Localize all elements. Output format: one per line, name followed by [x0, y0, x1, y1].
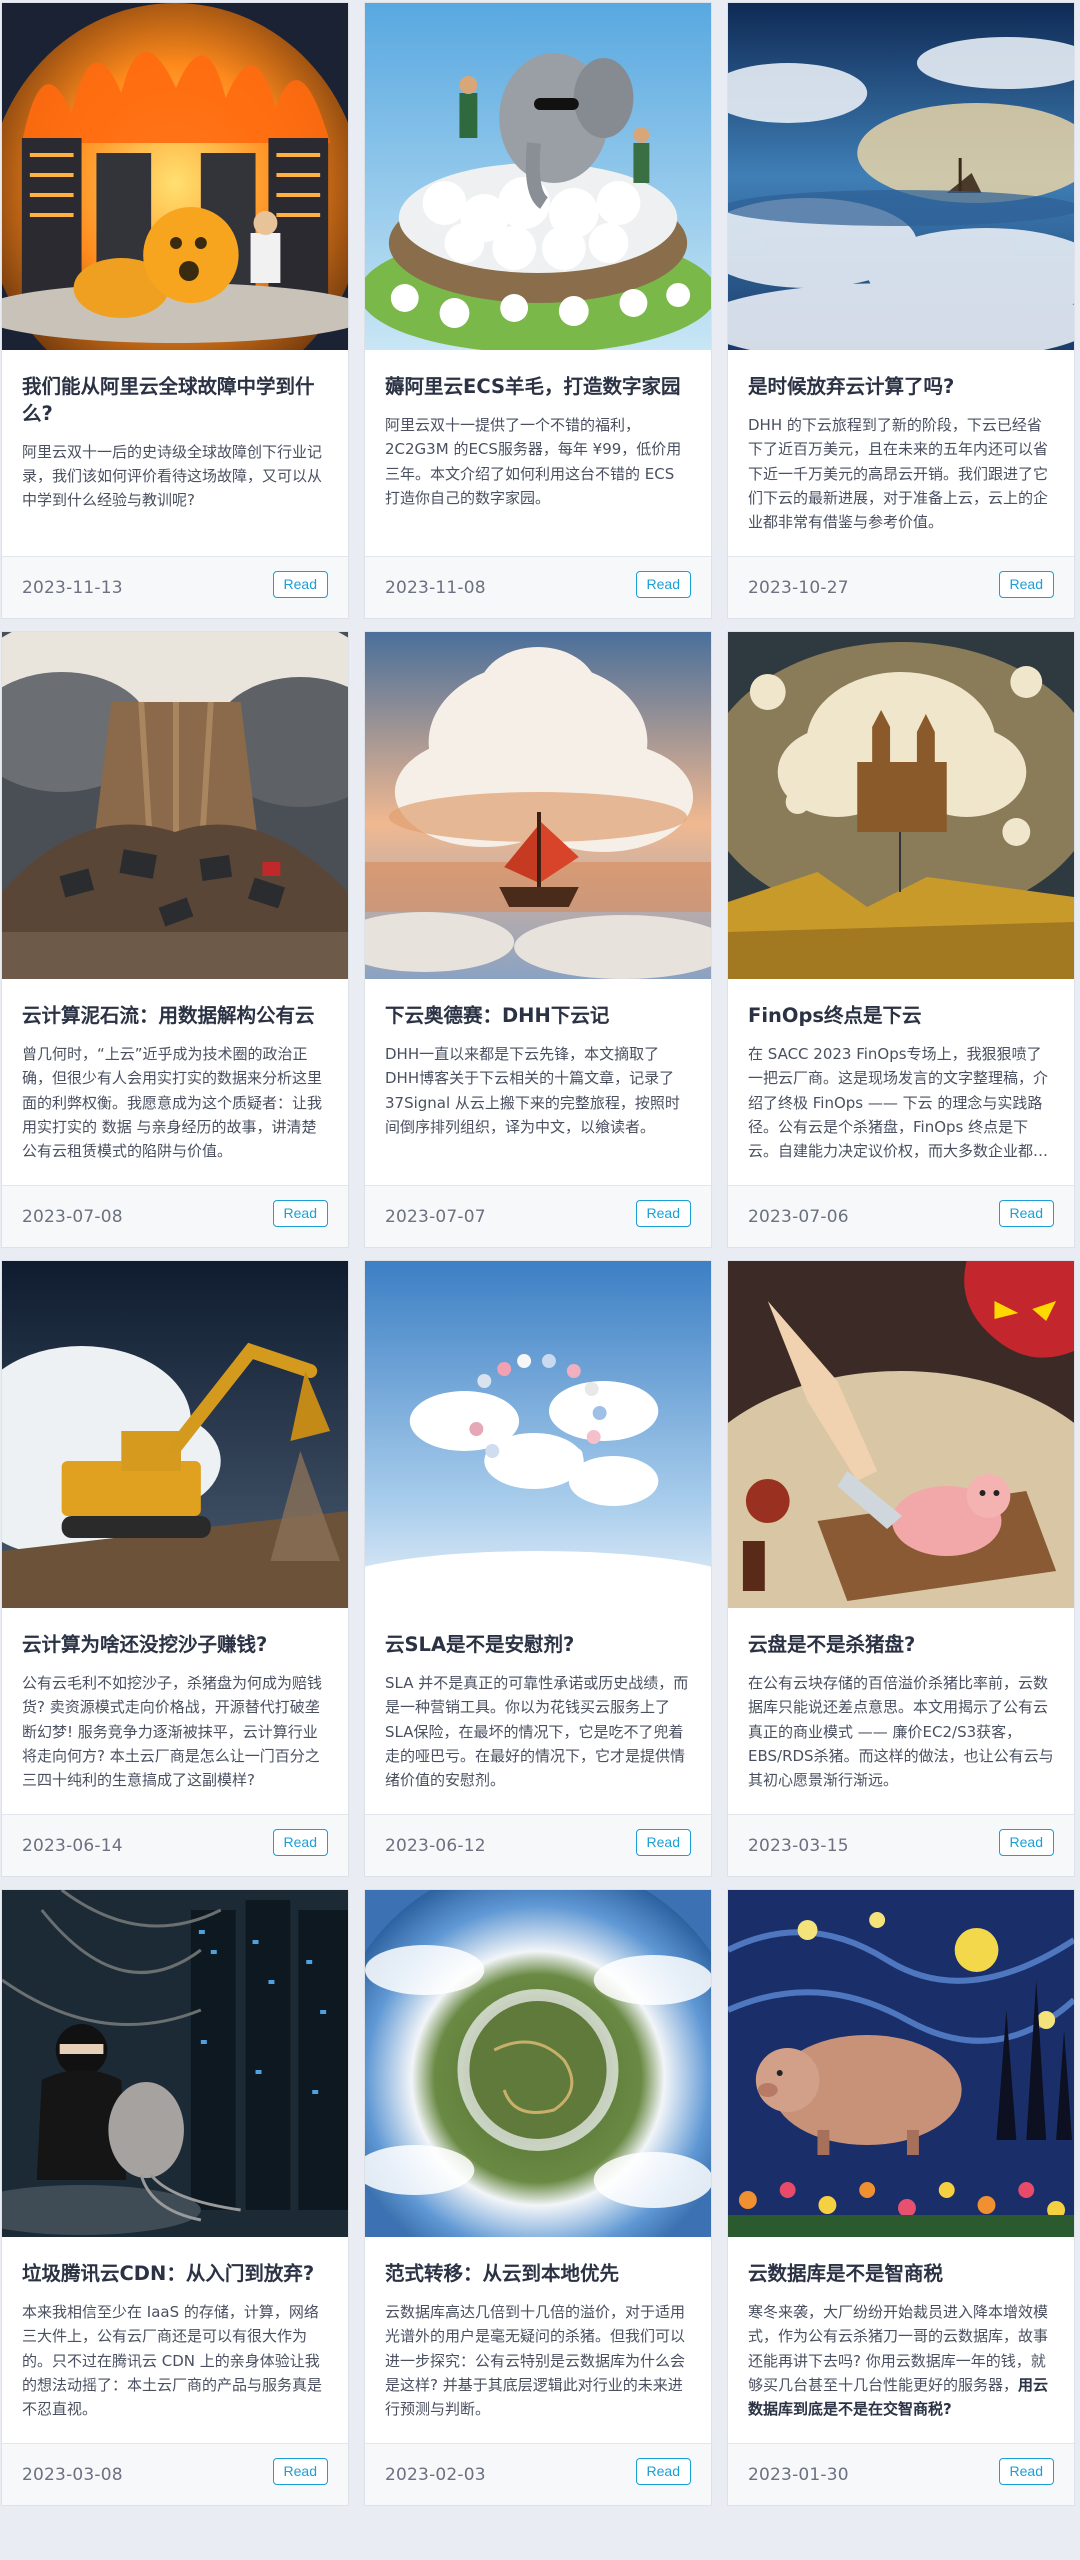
- read-button[interactable]: Read: [635, 2457, 691, 2486]
- card-footer: 2023-07-07 Read: [365, 1185, 711, 1247]
- article-summary: 阿里云双十一提供了一个不错的福利，2C2G3M 的ECS服务器，每年 ¥99，低…: [385, 415, 682, 507]
- article-card[interactable]: FinOps终点是下云 在 SACC 2023 FinOps专场上，我狠狠喷了一…: [727, 631, 1075, 1248]
- article-thumbnail[interactable]: [2, 632, 348, 979]
- article-card[interactable]: 云盘是不是杀猪盘? 在公有云块存储的百倍溢价杀猪比率前，云数据库只能说还差点意思…: [727, 1260, 1075, 1877]
- article-thumbnail[interactable]: [365, 3, 711, 350]
- article-card[interactable]: 云计算为啥还没挖沙子赚钱? 公有云毛利不如挖沙子，杀猪盘为何成为赔钱货? 卖资源…: [1, 1260, 349, 1877]
- article-thumbnail[interactable]: [365, 632, 711, 979]
- article-date: 2023-10-27: [748, 577, 849, 598]
- read-button[interactable]: Read: [272, 570, 328, 599]
- read-button[interactable]: Read: [998, 2457, 1054, 2486]
- article-card[interactable]: 范式转移：从云到本地优先 云数据库高达几倍到十几倍的溢价，对于适用光谱外的用户是…: [364, 1889, 712, 2506]
- article-thumbnail[interactable]: [365, 1261, 711, 1608]
- article-summary: 寒冬来袭，大厂纷纷开始裁员进入降本增效模式，作为公有云杀猪刀一哥的云数据库，故事…: [748, 2300, 1054, 2421]
- article-date: 2023-07-07: [385, 1206, 486, 1227]
- card-footer: 2023-06-12 Read: [365, 1814, 711, 1876]
- article-card[interactable]: 薅阿里云ECS羊毛，打造数字家园 阿里云双十一提供了一个不错的福利，2C2G3M…: [364, 2, 712, 619]
- article-date: 2023-07-06: [748, 1206, 849, 1227]
- article-card[interactable]: 云数据库是不是智商税 寒冬来袭，大厂纷纷开始裁员进入降本增效模式，作为公有云杀猪…: [727, 1889, 1075, 2506]
- article-title[interactable]: 云数据库是不是智商税: [748, 2261, 1054, 2288]
- article-title[interactable]: 云计算为啥还没挖沙子赚钱?: [22, 1632, 328, 1659]
- article-title[interactable]: 下云奥德赛：DHH下云记: [385, 1003, 691, 1030]
- article-thumbnail[interactable]: [728, 3, 1074, 350]
- article-title[interactable]: 云计算泥石流：用数据解构公有云: [22, 1003, 328, 1030]
- read-button[interactable]: Read: [998, 1199, 1054, 1228]
- article-thumbnail[interactable]: [2, 1261, 348, 1608]
- article-date: 2023-11-13: [22, 577, 123, 598]
- article-date: 2023-01-30: [748, 2464, 849, 2485]
- article-date: 2023-06-12: [385, 1835, 486, 1856]
- article-date: 2023-07-08: [22, 1206, 123, 1227]
- article-card[interactable]: 我们能从阿里云全球故障中学到什么? 阿里云双十一后的史诗级全球故障创下行业记录，…: [1, 2, 349, 619]
- summary-text: 寒冬来袭，大厂纷纷开始裁员进入降本增效模式，作为公有云杀猪刀一哥的云数据库，故事…: [748, 2302, 1049, 2394]
- read-button[interactable]: Read: [272, 2457, 328, 2486]
- read-button[interactable]: Read: [635, 1199, 691, 1228]
- article-thumbnail[interactable]: [728, 632, 1074, 979]
- read-button[interactable]: Read: [635, 1828, 691, 1857]
- article-title[interactable]: 薅阿里云ECS羊毛，打造数字家园: [385, 374, 691, 401]
- read-button[interactable]: Read: [998, 570, 1054, 599]
- article-title[interactable]: 云SLA是不是安慰剂?: [385, 1632, 691, 1659]
- read-button[interactable]: Read: [998, 1828, 1054, 1857]
- article-summary: 曾几何时，“上云”近乎成为技术圈的政治正确，但很少有人会用实打实的数据来分析这里…: [22, 1044, 323, 1161]
- article-thumbnail[interactable]: [2, 3, 348, 350]
- read-button[interactable]: Read: [272, 1828, 328, 1857]
- card-footer: 2023-11-08 Read: [365, 556, 711, 618]
- article-date: 2023-11-08: [385, 577, 486, 598]
- article-title[interactable]: 范式转移：从云到本地优先: [385, 2261, 691, 2288]
- article-date: 2023-02-03: [385, 2464, 486, 2485]
- article-card[interactable]: 下云奥德赛：DHH下云记 DHH一直以来都是下云先锋，本文摘取了DHH博客关于下…: [364, 631, 712, 1248]
- article-summary: 在 SACC 2023 FinOps专场上，我狠狠喷了一把云厂商。这是现场发言的…: [748, 1044, 1049, 1161]
- article-summary: 本来我相信至少在 IaaS 的存储，计算，网络三大件上，公有云厂商还是可以有很大…: [22, 2302, 323, 2419]
- card-footer: 2023-11-13 Read: [2, 556, 348, 618]
- article-card[interactable]: 垃圾腾讯云CDN：从入门到放弃? 本来我相信至少在 IaaS 的存储，计算，网络…: [1, 1889, 349, 2506]
- card-footer: 2023-06-14 Read: [2, 1814, 348, 1876]
- read-button[interactable]: Read: [635, 570, 691, 599]
- article-summary: 阿里云双十一后的史诗级全球故障创下行业记录，我们该如何评价看待这场故障，又可以从…: [22, 442, 323, 510]
- card-footer: 2023-01-30 Read: [728, 2443, 1074, 2505]
- article-date: 2023-06-14: [22, 1835, 123, 1856]
- article-card[interactable]: 云SLA是不是安慰剂? SLA 并不是真正的可靠性承诺或历史战绩，而是一种营销工…: [364, 1260, 712, 1877]
- article-thumbnail[interactable]: [365, 1890, 711, 2237]
- article-card[interactable]: 是时候放弃云计算了吗? DHH 的下云旅程到了新的阶段，下云已经省下了近百万美元…: [727, 2, 1075, 619]
- article-summary: 在公有云块存储的百倍溢价杀猪比率前，云数据库只能说还差点意思。本文用揭示了公有云…: [748, 1673, 1054, 1790]
- article-summary: SLA 并不是真正的可靠性承诺或历史战绩，而是一种营销工具。你以为花钱买云服务上…: [385, 1673, 689, 1790]
- article-grid: 我们能从阿里云全球故障中学到什么? 阿里云双十一后的史诗级全球故障创下行业记录，…: [0, 0, 1080, 2560]
- read-button[interactable]: Read: [272, 1199, 328, 1228]
- article-card[interactable]: 云计算泥石流：用数据解构公有云 曾几何时，“上云”近乎成为技术圈的政治正确，但很…: [1, 631, 349, 1248]
- article-title[interactable]: FinOps终点是下云: [748, 1003, 1054, 1030]
- card-footer: 2023-07-06 Read: [728, 1185, 1074, 1247]
- article-title[interactable]: 云盘是不是杀猪盘?: [748, 1632, 1054, 1659]
- article-thumbnail[interactable]: [728, 1261, 1074, 1608]
- article-thumbnail[interactable]: [2, 1890, 348, 2237]
- card-footer: 2023-03-15 Read: [728, 1814, 1074, 1876]
- card-footer: 2023-03-08 Read: [2, 2443, 348, 2505]
- card-footer: 2023-10-27 Read: [728, 556, 1074, 618]
- article-summary: DHH 的下云旅程到了新的阶段，下云已经省下了近百万美元，且在未来的五年内还可以…: [748, 415, 1049, 532]
- article-date: 2023-03-08: [22, 2464, 123, 2485]
- article-summary: 云数据库高达几倍到十几倍的溢价，对于适用光谱外的用户是毫无疑问的杀猪。但我们可以…: [385, 2302, 686, 2419]
- article-title[interactable]: 是时候放弃云计算了吗?: [748, 374, 1054, 401]
- card-footer: 2023-07-08 Read: [2, 1185, 348, 1247]
- article-date: 2023-03-15: [748, 1835, 849, 1856]
- article-thumbnail[interactable]: [728, 1890, 1074, 2237]
- article-summary: 公有云毛利不如挖沙子，杀猪盘为何成为赔钱货? 卖资源模式走向价格战，开源替代打破…: [22, 1673, 323, 1790]
- article-title[interactable]: 垃圾腾讯云CDN：从入门到放弃?: [22, 2261, 328, 2288]
- card-footer: 2023-02-03 Read: [365, 2443, 711, 2505]
- article-summary: DHH一直以来都是下云先锋，本文摘取了DHH博客关于下云相关的十篇文章，记录了 …: [385, 1044, 680, 1136]
- article-title[interactable]: 我们能从阿里云全球故障中学到什么?: [22, 374, 328, 428]
